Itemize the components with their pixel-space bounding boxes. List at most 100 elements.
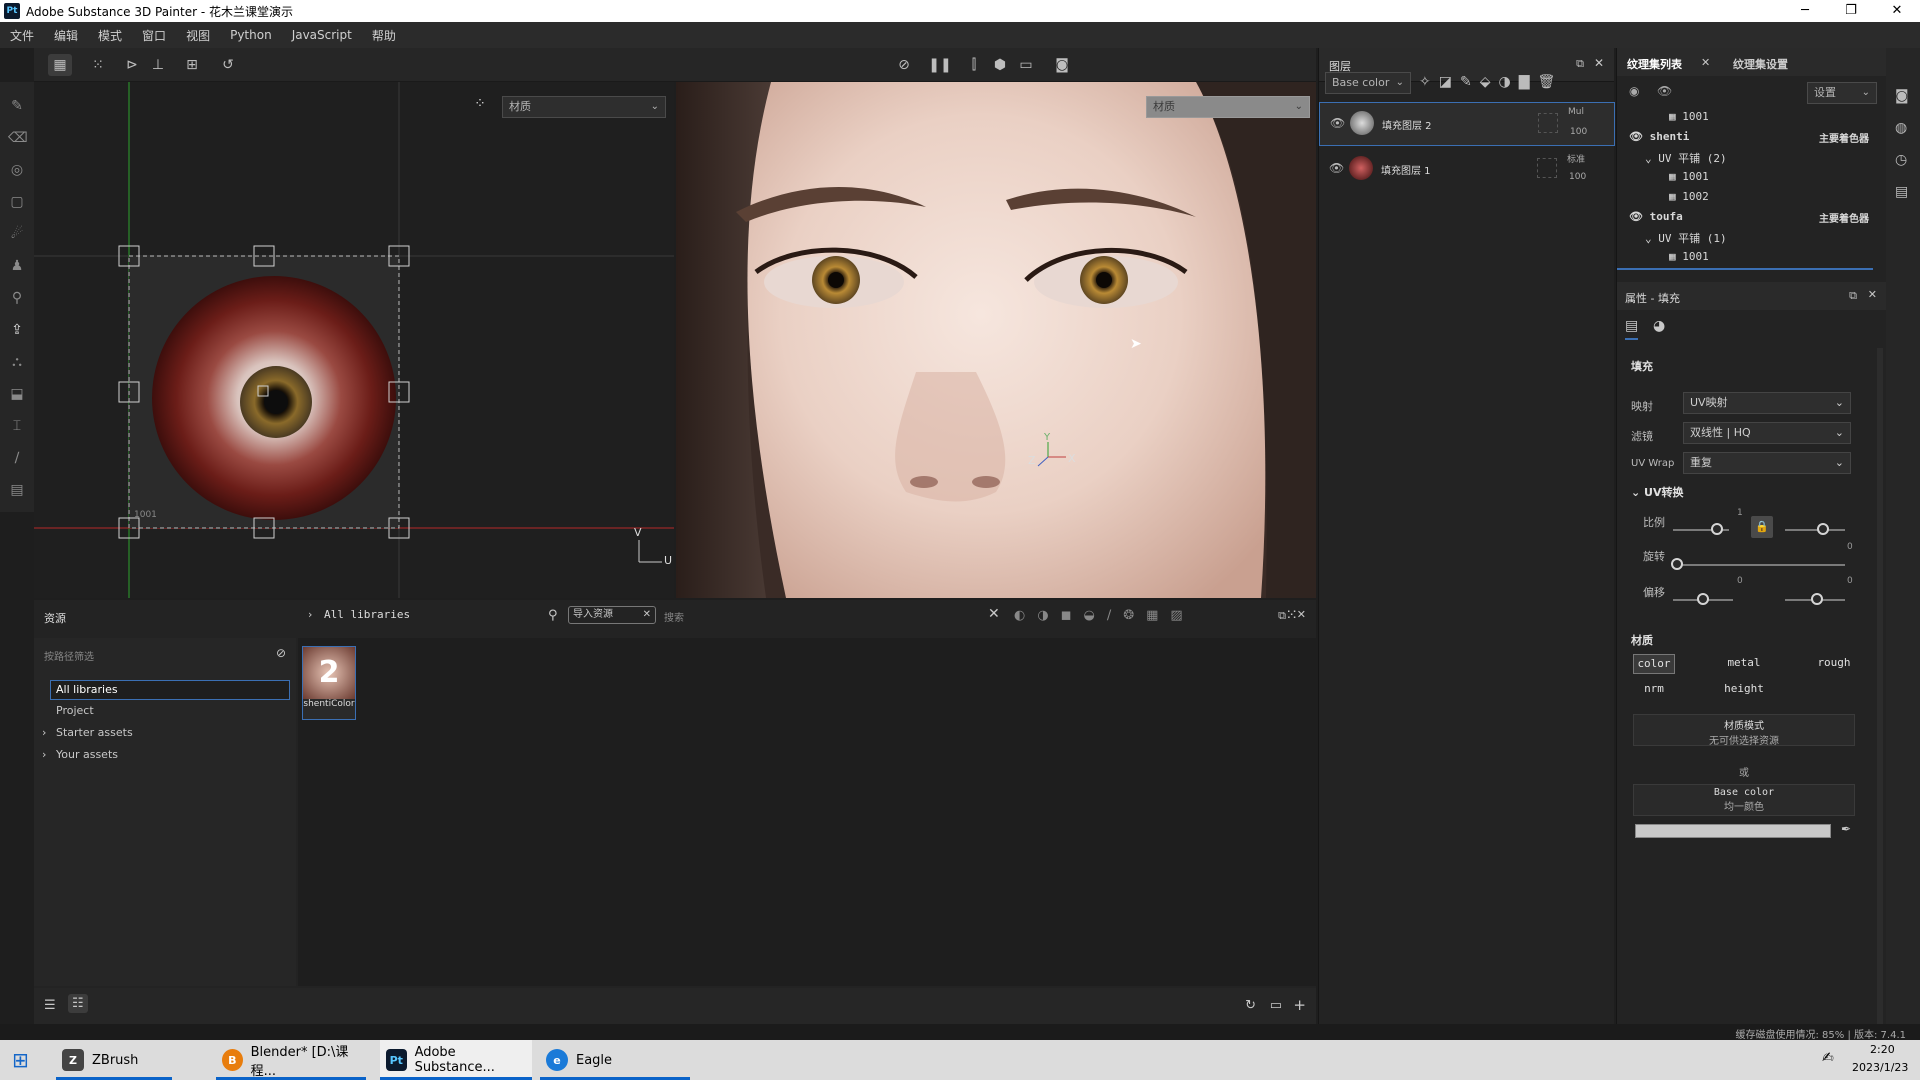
polygon-fill-icon[interactable]: ▢ bbox=[8, 193, 26, 211]
scale-slider-knob[interactable] bbox=[1711, 523, 1723, 535]
mirror-y-icon[interactable]: ⊥ bbox=[146, 54, 170, 76]
library-starter-assets[interactable]: Starter assets bbox=[56, 726, 133, 739]
uv-grid-icon[interactable]: ▦ bbox=[48, 54, 72, 76]
mapping-select[interactable]: UV映射 ⌄ bbox=[1683, 392, 1851, 414]
offset-u-slider-knob[interactable] bbox=[1697, 593, 1709, 605]
settings-dropdown[interactable]: 设置 ⌄ bbox=[1807, 82, 1877, 104]
blend-mode[interactable]: Mul bbox=[1568, 107, 1584, 117]
transform-icon[interactable]: ⇪ bbox=[8, 321, 26, 339]
hide-icon[interactable]: ⊘ bbox=[892, 54, 916, 76]
taskbar-app-eagle[interactable]: e Eagle bbox=[540, 1040, 690, 1080]
pen-input-icon[interactable]: ✍ bbox=[1822, 1050, 1834, 1066]
measure-icon[interactable]: ⌶ bbox=[8, 417, 26, 435]
tree-view-icon[interactable]: ☷ bbox=[68, 994, 88, 1013]
search-tag[interactable]: 导入资源 ✕ bbox=[568, 606, 656, 624]
mesh-icon[interactable]: ⬓ bbox=[8, 385, 26, 403]
visibility-toggle-icon[interactable]: ◉ bbox=[1629, 84, 1639, 98]
material-dropdown-2d[interactable]: 材质 ⌄ bbox=[502, 96, 666, 118]
add-fill-layer-icon[interactable]: ⬙ bbox=[1480, 74, 1491, 90]
menu-file[interactable]: 文件 bbox=[10, 27, 34, 44]
material-tab-icon[interactable]: ◕ bbox=[1653, 318, 1665, 334]
shader-settings-icon[interactable]: ◍ bbox=[1895, 120, 1907, 136]
menu-mode[interactable]: 模式 bbox=[98, 27, 122, 44]
pause-icon[interactable]: ❚❚ bbox=[928, 54, 952, 76]
tab-texture-set-settings[interactable]: 纹理集设置 bbox=[1733, 56, 1788, 72]
filter-select[interactable]: 双线性 | HQ ⌄ bbox=[1683, 422, 1851, 444]
clone-icon[interactable]: ♟ bbox=[8, 257, 26, 275]
cube-view-icon[interactable]: ⬢ bbox=[988, 54, 1012, 76]
filter-particle-icon[interactable]: ❂ bbox=[1123, 608, 1134, 623]
refresh-icon[interactable]: ↻ bbox=[1245, 998, 1256, 1013]
mirror-x-icon[interactable]: ⊳ bbox=[120, 54, 144, 76]
close-panel-icon[interactable]: ✕ bbox=[1594, 56, 1604, 70]
remove-tag-icon[interactable]: ✕ bbox=[643, 607, 651, 623]
texture-set-toufa[interactable]: 👁 toufa 主要着色器 bbox=[1617, 210, 1873, 230]
layer-row[interactable]: 👁 填充图层 1 标准 100 bbox=[1319, 148, 1615, 192]
channel-dropdown[interactable]: Base color ⌄ bbox=[1325, 72, 1411, 94]
mask-slot[interactable] bbox=[1538, 113, 1558, 133]
minimize-button[interactable]: ─ bbox=[1782, 0, 1828, 22]
channel-metal-button[interactable]: metal bbox=[1723, 654, 1765, 674]
add-mask-icon[interactable]: ◪ bbox=[1439, 74, 1452, 90]
eye-icon[interactable]: 👁 bbox=[1629, 210, 1643, 223]
scale-v-slider-knob[interactable] bbox=[1817, 523, 1829, 535]
add-folder-icon[interactable]: ▇ bbox=[1519, 74, 1530, 90]
uv-transform-header[interactable]: ⌄ UV转换 bbox=[1631, 484, 1684, 500]
delete-layer-icon[interactable]: 🗑 bbox=[1537, 74, 1555, 90]
add-paint-layer-icon[interactable]: ✎ bbox=[1460, 74, 1472, 90]
taskbar-app-zbrush[interactable]: Z ZBrush bbox=[56, 1040, 172, 1080]
camera-icon[interactable]: ▭ bbox=[1014, 54, 1038, 76]
library-all[interactable]: All libraries bbox=[50, 680, 290, 700]
shader-label[interactable]: 主要着色器 bbox=[1819, 210, 1869, 225]
offset-v-slider-knob[interactable] bbox=[1811, 593, 1823, 605]
properties-scrollbar[interactable] bbox=[1877, 348, 1883, 1028]
texture-set-shenti[interactable]: 👁 shenti 主要着色器 bbox=[1617, 130, 1873, 150]
menu-help[interactable]: 帮助 bbox=[372, 27, 396, 44]
add-smart-material-icon[interactable]: ◑ bbox=[1498, 74, 1510, 90]
taskbar-app-blender[interactable]: B Blender* [D:\课程... bbox=[216, 1040, 366, 1080]
tab-texture-set-list[interactable]: 纹理集列表 bbox=[1627, 56, 1682, 72]
fill-tab-icon[interactable]: ▤ bbox=[1625, 318, 1639, 340]
float-panel-icon[interactable]: ⧉ bbox=[1849, 289, 1857, 303]
filter-filter-icon[interactable]: ◒ bbox=[1083, 608, 1094, 623]
list-view-icon[interactable]: ☰ bbox=[44, 998, 56, 1013]
windows-start-icon[interactable]: ⊞ bbox=[12, 1040, 29, 1080]
search-input[interactable]: 搜索 bbox=[664, 609, 684, 624]
texture-set-item[interactable]: ▦ 1001 bbox=[1617, 250, 1873, 270]
display-settings-icon[interactable]: ◙ bbox=[1895, 88, 1909, 104]
chevron-right-icon[interactable]: › bbox=[42, 726, 46, 739]
layer-opacity[interactable]: 100 bbox=[1570, 127, 1587, 137]
channel-nrm-button[interactable]: nrm bbox=[1633, 680, 1675, 700]
taskbar-app-substance[interactable]: Pt Adobe Substance... bbox=[380, 1040, 532, 1080]
ruler-icon[interactable]: ∕ bbox=[8, 449, 26, 467]
base-color-slot[interactable]: Base color 均一颜色 bbox=[1633, 784, 1855, 816]
menu-javascript[interactable]: JavaScript bbox=[292, 28, 352, 42]
bake-icon[interactable]: ⛬ bbox=[8, 353, 26, 371]
texture-set-item[interactable]: ▦ 1002 bbox=[1617, 190, 1873, 210]
close-panel-icon[interactable]: ✕ bbox=[1297, 608, 1306, 621]
texture-set-item[interactable]: ▦ 1001 bbox=[1617, 170, 1873, 190]
eraser-icon[interactable]: ⌫ bbox=[8, 129, 28, 147]
projection-icon[interactable]: ◎ bbox=[8, 161, 26, 179]
library-your-assets[interactable]: Your assets bbox=[56, 748, 118, 761]
paint-brush-icon[interactable]: ✎ bbox=[8, 97, 26, 115]
library-project[interactable]: Project bbox=[56, 704, 94, 717]
clock-date[interactable]: 2023/1/23 bbox=[1852, 1061, 1908, 1074]
filter-texture-icon[interactable]: ▦ bbox=[1146, 608, 1158, 623]
maximize-button[interactable]: ❐ bbox=[1828, 0, 1874, 22]
channel-height-button[interactable]: height bbox=[1723, 680, 1765, 700]
close-window-button[interactable]: ✕ bbox=[1874, 0, 1920, 22]
hide-filter-icon[interactable]: ⊘ bbox=[276, 646, 286, 660]
breadcrumb[interactable]: All libraries bbox=[324, 608, 410, 621]
fit-view-icon[interactable]: ⊞ bbox=[180, 54, 204, 76]
eye-icon[interactable]: 👁 bbox=[1629, 130, 1643, 143]
history-icon[interactable]: ◷ bbox=[1895, 152, 1907, 168]
menu-python[interactable]: Python bbox=[230, 28, 272, 42]
filter-material-icon[interactable]: ◑ bbox=[1037, 608, 1048, 623]
clear-search-icon[interactable]: ✕ bbox=[988, 606, 1000, 622]
color-picker-icon[interactable]: ⚲ bbox=[8, 289, 26, 307]
log-icon[interactable]: ▤ bbox=[1895, 184, 1908, 200]
texture-set-item[interactable]: ▦ 1001 bbox=[1617, 110, 1873, 130]
screenshot-icon[interactable]: ◙ bbox=[1050, 54, 1074, 76]
uv-tile-group[interactable]: ⌄ UV 平铺 (2) bbox=[1617, 150, 1873, 170]
